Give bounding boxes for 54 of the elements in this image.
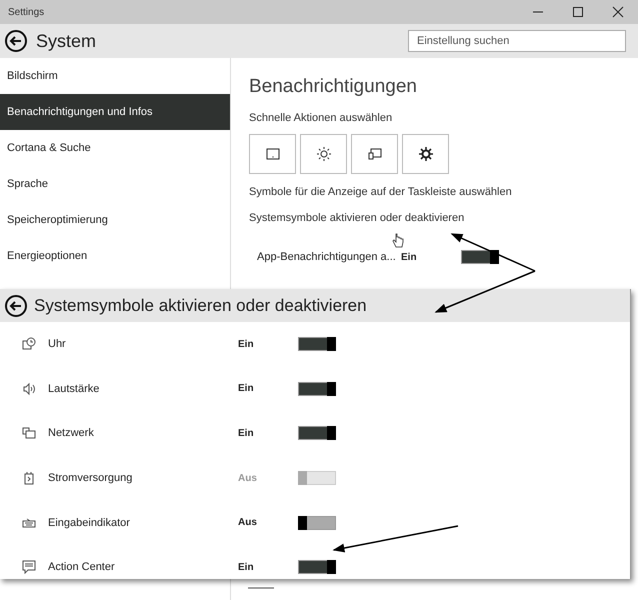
sidebar-item[interactable]: Benachrichtigungen und Infos: [0, 94, 230, 130]
clock-icon: [22, 337, 36, 352]
toggle-state: Ein: [401, 252, 418, 262]
quick-action-tile[interactable]: [351, 134, 398, 174]
sun-icon: [316, 147, 330, 161]
toggle-switch[interactable]: [298, 337, 336, 352]
taskbar-icons-link[interactable]: Symbole für die Anzeige auf der Taskleiste auswählen: [249, 186, 620, 198]
toggle-state: Ein: [238, 562, 255, 573]
section-label: Schnelle Aktionen auswählen: [249, 112, 394, 124]
network-icon: [22, 426, 36, 440]
close-icon: [612, 6, 624, 18]
sidebar-item[interactable]: Energieoptionen: [0, 238, 230, 274]
monitor-icon: [368, 148, 382, 160]
maximize-icon: [572, 6, 584, 18]
search-field[interactable]: Einstellung suchen: [408, 30, 626, 52]
toggle-state: Ein: [238, 383, 255, 394]
sidebar-item[interactable]: Cortana & Suche: [0, 130, 230, 166]
setting-label: Uhr: [48, 338, 67, 350]
message-icon: [22, 560, 36, 574]
battery-icon: [22, 471, 36, 486]
toggle-state: Aus: [238, 472, 258, 484]
section-heading: Benachrichtigungen: [249, 76, 418, 98]
back-icon[interactable]: [4, 294, 28, 318]
window-title: Settings: [8, 6, 46, 18]
tablet-icon: [266, 148, 280, 160]
setting-label: Action Center: [48, 561, 116, 574]
sidebar-item[interactable]: Speicheroptimierung: [0, 202, 230, 238]
toggle-switch[interactable]: [298, 382, 336, 396]
toggle-state: Aus: [238, 517, 258, 528]
setting-label: Netzwerk: [48, 427, 95, 440]
setting-label: Eingabeindikator: [48, 516, 131, 529]
settings-icon: [418, 147, 432, 161]
setting-label: Lautstärke: [48, 382, 100, 395]
toggle-switch[interactable]: [298, 426, 336, 440]
overlay-title: Systemsymbole aktivieren oder deaktivieren: [34, 296, 367, 316]
setting-label: Stromversorgung: [48, 472, 134, 484]
quick-action-tile[interactable]: [402, 134, 449, 174]
rule-line: [248, 587, 274, 589]
page-title: System: [36, 30, 98, 52]
speaker-icon: [22, 382, 36, 396]
hand-cursor-icon: [392, 233, 404, 249]
toggle-state: Ein: [238, 428, 255, 439]
toggle-switch[interactable]: [298, 516, 336, 530]
back-icon[interactable]: [4, 29, 28, 53]
quick-action-tile[interactable]: [249, 134, 296, 174]
toggle-switch[interactable]: [298, 560, 336, 574]
system-icons-link[interactable]: Systemsymbole aktivieren oder deaktivieren: [249, 212, 620, 224]
toggle-state: Ein: [238, 338, 255, 350]
setting-label: App-Benachrichtigungen a...: [257, 251, 397, 263]
sidebar-item[interactable]: Bildschirm: [0, 58, 230, 94]
keyboard-icon: [22, 516, 36, 530]
quick-action-tile[interactable]: [300, 134, 347, 174]
toggle-switch[interactable]: [461, 250, 499, 264]
sidebar-item[interactable]: Sprache: [0, 166, 230, 202]
